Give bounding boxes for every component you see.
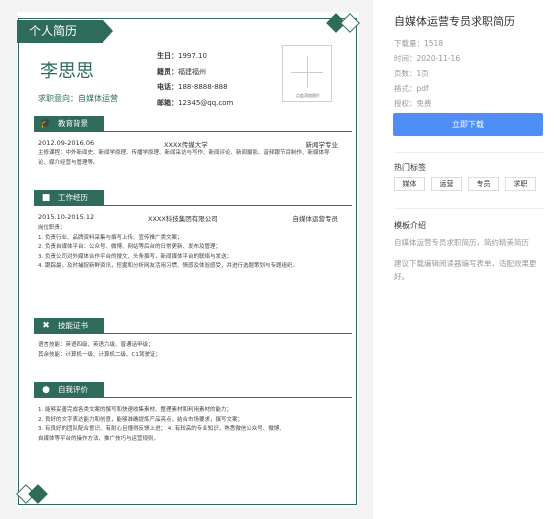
meta-pages: 页数：1页 — [394, 69, 429, 78]
education-courses: 主修课程：中外新闻史、新闻学原理、传播学原理、新闻采访与写作、新闻评论、新闻摄影… — [38, 150, 330, 166]
tag-operation[interactable]: 运营 — [431, 177, 462, 191]
evaluation-item: 3. 有良好的团队配合意识、有耐心且懂得反馈上进； 4. 有较高的专业知识，熟悉… — [38, 426, 285, 432]
graduation-cap-icon: 🎓 — [40, 119, 52, 129]
panel-divider — [394, 152, 544, 153]
editing-tip: 建议下载编辑阅读器编写表单，适配效果更好。 — [394, 259, 537, 281]
resume-title: 个人简历 — [17, 20, 113, 43]
section-divider — [104, 205, 352, 206]
briefcase-icon: ■ — [41, 193, 51, 203]
evaluation-item: 2. 良好的文字表达能力和创意，能够准确提炼产品亮点，结合市场要求，撰写文案； — [38, 416, 243, 423]
tag-media[interactable]: 媒体 — [394, 177, 425, 191]
resume-preview-area: 个人简历 李思思 求职意向：自媒体运营 生日：1997.10 籍贯：福建福州 电… — [0, 0, 372, 519]
meta-time: 时间：2020-11-16 — [394, 54, 461, 63]
birth-value: 1997.10 — [178, 52, 207, 60]
evaluation-list: 1. 能够妥善完成各类文案的撰写和快速收集素材、整理素材和利用素材的能力； 2.… — [38, 406, 338, 444]
skills-other: 其余技能：计算机一级、计算机二级、C1驾驶证； — [38, 351, 161, 358]
intro-text: 自媒体运营专员求职简历，简约精美简历 — [394, 238, 529, 247]
meta-downloads: 下载量：1518 — [394, 39, 444, 48]
meta-license: 授权：免费 — [394, 99, 432, 108]
tag-specialist[interactable]: 专员 — [468, 177, 499, 191]
template-info-panel: 自媒体运营专员求职简历 下载量：1518 时间：2020-11-16 页数：1页… — [372, 0, 554, 519]
work-dates: 2015.10-2015.12 — [38, 213, 95, 221]
candidate-name: 李思思 — [40, 61, 94, 82]
section-divider — [104, 333, 352, 334]
tag-jobseeking[interactable]: 求职 — [505, 177, 536, 191]
education-major: 新闻学专业 — [305, 141, 339, 149]
personal-info: 生日：1997.10 籍贯：福建福州 电话：188-8888-888 邮箱：12… — [157, 49, 233, 111]
work-duty-item: 2. 负责自媒体平台：公众号、微博、网站等后台的日常更新、发布及管理； — [38, 244, 221, 250]
section-divider — [104, 397, 352, 398]
email-value: 12345@qq.com — [178, 98, 234, 107]
education-dates: 2012.09-2016.06 — [38, 139, 95, 147]
section-divider — [104, 131, 352, 132]
tools-icon: ✖ — [42, 321, 50, 331]
job-intent: 求职意向：自媒体运营 — [38, 94, 118, 103]
origin-value: 福建福州 — [178, 67, 206, 76]
phone-value: 188-8888-888 — [178, 83, 228, 91]
photo-placeholder[interactable]: 点此添加照片 — [282, 45, 332, 102]
intro-heading: 模板介绍 — [394, 221, 426, 230]
origin-label: 籍贯： — [157, 67, 178, 76]
plus-icon-v — [307, 56, 308, 88]
work-role: 自媒体运营专员 — [292, 215, 339, 223]
birth-label: 生日： — [157, 52, 178, 60]
download-button[interactable]: 立即下载 — [393, 113, 543, 136]
meta-format: 格式：pdf — [394, 84, 429, 93]
work-duties-title: 岗位职责： — [38, 225, 66, 231]
photo-caption: 点此添加照片 — [296, 93, 320, 98]
work-company: XXXX科技集团有限公司 — [148, 215, 218, 223]
hot-tags-heading: 热门标签 — [394, 163, 426, 172]
evaluation-item: 1. 能够妥善完成各类文案的撰写和快速收集素材、整理素材和利用素材的能力； — [38, 407, 232, 413]
panel-divider — [394, 208, 544, 209]
phone-label: 电话： — [157, 83, 178, 91]
resume-page: 个人简历 李思思 求职意向：自媒体运营 生日：1997.10 籍贯：福建福州 电… — [16, 12, 360, 508]
work-duty-item: 4. 跟踪最，及时捕捉新鲜资讯，挖掘和分析网友活用习惯、情感及体验感受，并进行选… — [38, 263, 298, 269]
skills-list: 语言技能：英语四级、英语六级、普通话甲级； 其余技能：计算机一级、计算机二级、C… — [38, 341, 338, 360]
work-duties: 岗位职责： 1. 负责行业、品牌资料采集与撰写上传、宣传推广类文案； 2. 负责… — [38, 224, 338, 272]
template-title: 自媒体运营专员求职简历 — [394, 15, 515, 28]
education-school: XXXX传媒大学 — [164, 141, 208, 149]
email-label: 邮箱： — [157, 98, 178, 107]
evaluation-item: 自媒体等平台的操作方法、推广技巧与运营规则。 — [38, 435, 160, 442]
person-icon: ● — [42, 385, 50, 395]
work-duty-item: 3. 负责公司对外媒体合作平台的搜文、头条撰写，新闻媒体平台的联络与发送； — [38, 253, 232, 260]
work-duty-item: 1. 负责行业、品牌资料采集与撰写上传、宣传推广类文案； — [38, 234, 183, 241]
skills-language: 语言技能：英语四级、英语六级、普通话甲级； — [38, 342, 154, 348]
